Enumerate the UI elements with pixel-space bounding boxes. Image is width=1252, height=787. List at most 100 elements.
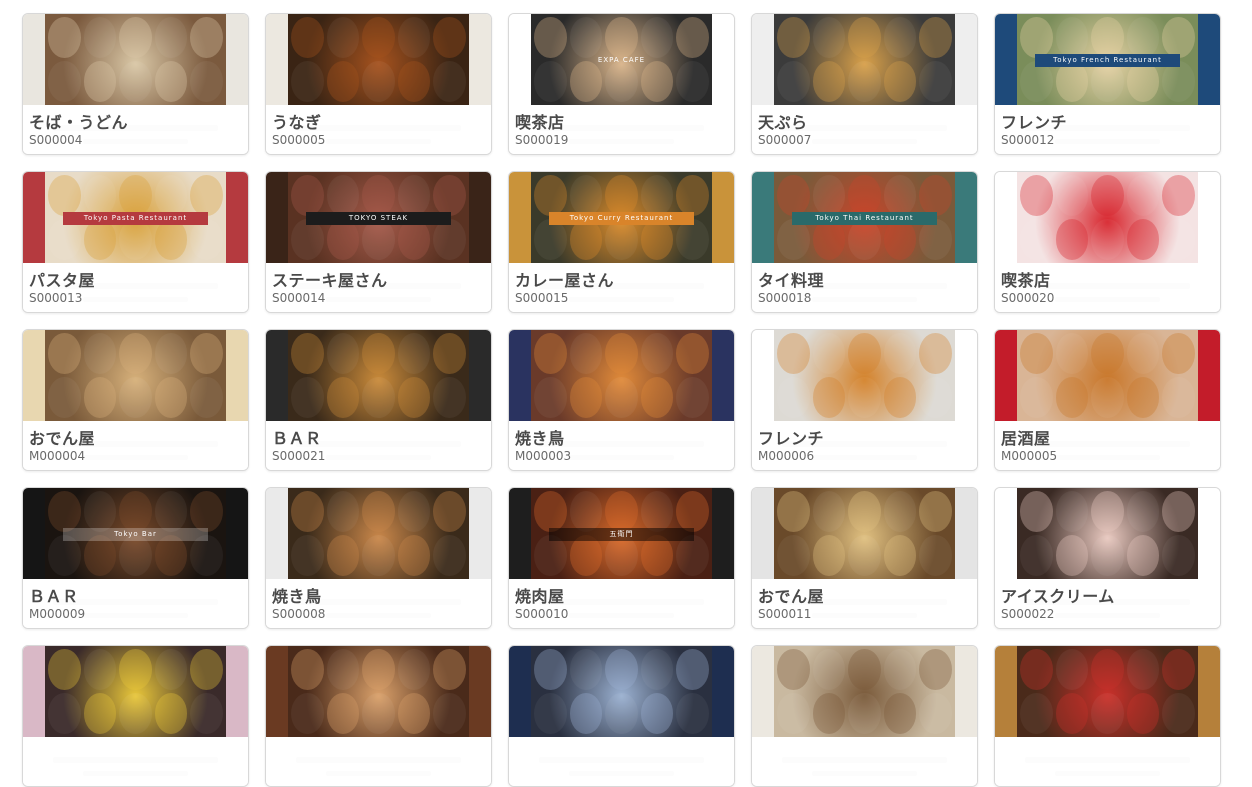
card-caption-overlay <box>266 737 491 786</box>
card-title: ＢＡＲ <box>272 429 322 448</box>
thumbnail-photo <box>288 330 469 421</box>
thumbnail-banner: EXPA CAFE <box>597 56 646 65</box>
thumbnail-side <box>469 14 491 105</box>
thumbnail-side <box>1198 646 1220 737</box>
template-card[interactable] <box>22 645 249 787</box>
card-code: S000021 <box>272 449 326 463</box>
template-card[interactable]: EXPA CAFE 喫茶店 S000019 <box>508 13 735 155</box>
template-card[interactable]: おでん屋 S000011 <box>751 487 978 629</box>
thumbnail-side <box>955 488 977 579</box>
card-title: そば・うどん <box>29 113 129 132</box>
card-code: S000010 <box>515 607 569 621</box>
thumbnail-photo: Tokyo Pasta Restaurant <box>45 172 226 263</box>
thumbnail-side <box>23 330 45 421</box>
template-card[interactable]: Tokyo Pasta Restaurant パスタ屋 S000013 <box>22 171 249 313</box>
thumbnail-side <box>752 14 774 105</box>
thumbnail-photo: Tokyo Thai Restaurant <box>774 172 955 263</box>
card-title: 天ぷら <box>758 113 808 132</box>
thumbnail-side <box>955 14 977 105</box>
card-caption-overlay <box>752 737 977 786</box>
thumbnail-photo <box>288 488 469 579</box>
thumbnail-photo: EXPA CAFE <box>531 14 712 105</box>
template-card[interactable] <box>751 645 978 787</box>
thumbnail-side <box>995 172 1017 263</box>
template-card[interactable]: 天ぷら S000007 <box>751 13 978 155</box>
template-card[interactable] <box>508 645 735 787</box>
template-card[interactable]: ＢＡＲ S000021 <box>265 329 492 471</box>
card-title: おでん屋 <box>758 587 825 606</box>
card-title: ステーキ屋さん <box>272 271 388 290</box>
template-card[interactable]: Tokyo Curry Restaurant カレー屋さん S000015 <box>508 171 735 313</box>
template-card[interactable]: 五衛門焼肉屋 S000010 <box>508 487 735 629</box>
thumbnail-photo <box>1017 646 1198 737</box>
thumbnail-side <box>509 330 531 421</box>
thumbnail-photo <box>288 646 469 737</box>
thumbnail-photo <box>774 330 955 421</box>
thumbnail-side <box>226 646 248 737</box>
card-caption-overlay <box>995 737 1220 786</box>
card-code: M000006 <box>758 449 815 463</box>
template-card[interactable]: おでん屋 M000004 <box>22 329 249 471</box>
card-code: S000013 <box>29 291 83 305</box>
template-card[interactable] <box>265 645 492 787</box>
template-card[interactable] <box>994 645 1221 787</box>
template-card[interactable]: 居酒屋 M000005 <box>994 329 1221 471</box>
thumbnail-side <box>509 488 531 579</box>
thumbnail-banner: Tokyo Bar <box>63 528 208 542</box>
thumbnail-side <box>752 330 774 421</box>
template-card[interactable]: フレンチ M000006 <box>751 329 978 471</box>
thumbnail-photo <box>774 646 955 737</box>
card-code: S000018 <box>758 291 812 305</box>
card-title: 喫茶店 <box>515 113 565 132</box>
template-card[interactable]: 喫茶店 S000020 <box>994 171 1221 313</box>
thumbnail-photo <box>774 488 955 579</box>
thumbnail-side <box>1198 330 1220 421</box>
template-card[interactable]: Tokyo Bar ＢＡＲ M000009 <box>22 487 249 629</box>
card-caption-overlay <box>23 737 248 786</box>
template-card[interactable]: アイスクリーム S000022 <box>994 487 1221 629</box>
thumbnail-photo <box>45 330 226 421</box>
card-code: M000003 <box>515 449 572 463</box>
thumbnail-photo <box>531 330 712 421</box>
thumbnail-banner: Tokyo French Restaurant <box>1035 54 1180 68</box>
card-title: 焼き鳥 <box>272 587 322 606</box>
thumbnail-side <box>469 172 491 263</box>
thumbnail-photo <box>531 646 712 737</box>
thumbnail-side <box>955 646 977 737</box>
thumbnail-side <box>469 330 491 421</box>
thumbnail-side <box>955 330 977 421</box>
card-code: S000014 <box>272 291 326 305</box>
thumbnail-banner: Tokyo Thai Restaurant <box>792 212 937 226</box>
thumbnail-side <box>266 646 288 737</box>
card-title: 焼肉屋 <box>515 587 565 606</box>
template-card[interactable]: 焼き鳥 M000003 <box>508 329 735 471</box>
template-card[interactable]: 焼き鳥 S000008 <box>265 487 492 629</box>
thumbnail-side <box>266 14 288 105</box>
card-title: カレー屋さん <box>515 271 615 290</box>
thumbnail-side <box>226 330 248 421</box>
thumbnail-side <box>226 172 248 263</box>
thumbnail-photo: 五衛門 <box>531 488 712 579</box>
template-card[interactable]: TOKYO STEAK ステーキ屋さん S000014 <box>265 171 492 313</box>
card-title: アイスクリーム <box>1001 587 1115 606</box>
card-title: うなぎ <box>272 113 322 132</box>
template-card[interactable]: Tokyo Thai Restaurant タイ料理 S000018 <box>751 171 978 313</box>
thumbnail-side <box>266 488 288 579</box>
thumbnail-photo: TOKYO STEAK <box>288 172 469 263</box>
card-title: パスタ屋 <box>29 271 96 290</box>
thumbnail-side <box>509 646 531 737</box>
card-code: S000022 <box>1001 607 1055 621</box>
thumbnail-photo <box>45 646 226 737</box>
thumbnail-side <box>712 488 734 579</box>
template-card[interactable]: うなぎ S000005 <box>265 13 492 155</box>
template-card[interactable]: そば・うどん S000004 <box>22 13 249 155</box>
card-code: M000009 <box>29 607 86 621</box>
thumbnail-side <box>266 330 288 421</box>
thumbnail-photo <box>1017 488 1198 579</box>
template-card[interactable]: Tokyo French Restaurant フレンチ S000012 <box>994 13 1221 155</box>
thumbnail-side <box>23 14 45 105</box>
card-title: フレンチ <box>758 429 825 448</box>
thumbnail-side <box>509 172 531 263</box>
thumbnail-side <box>23 488 45 579</box>
card-title: 焼き鳥 <box>515 429 565 448</box>
